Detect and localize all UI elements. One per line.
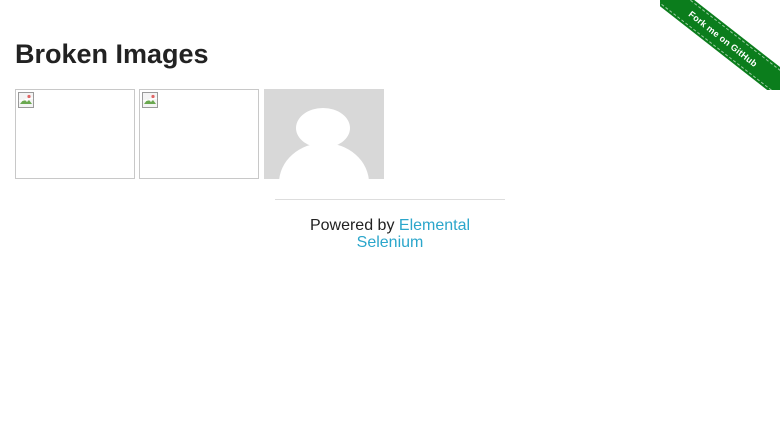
broken-image-icon bbox=[18, 92, 34, 108]
page-title: Broken Images bbox=[15, 39, 209, 69]
fork-me-on-github-ribbon[interactable]: Fork me on GitHub bbox=[660, 0, 780, 90]
broken-image-1 bbox=[15, 89, 135, 179]
github-ribbon-container: Fork me on GitHub bbox=[660, 0, 780, 90]
avatar-placeholder-icon bbox=[264, 89, 384, 179]
page: Fork me on GitHub Broken Images Powered … bbox=[0, 0, 780, 441]
footer: Powered by Elemental Selenium bbox=[275, 217, 505, 251]
image-list bbox=[15, 89, 415, 179]
broken-image-2 bbox=[139, 89, 259, 179]
footer-prefix: Powered by bbox=[309, 217, 399, 234]
broken-image-icon bbox=[142, 92, 158, 108]
footer-divider bbox=[275, 199, 505, 200]
avatar-image bbox=[264, 89, 384, 179]
